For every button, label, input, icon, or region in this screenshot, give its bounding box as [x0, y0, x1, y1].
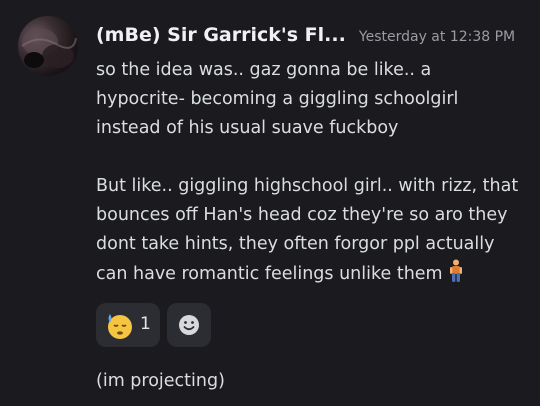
message-line: bounces off Han's head coz they're so ar…	[96, 205, 508, 225]
message-line-last: can have romantic feelings unlike them	[96, 259, 532, 289]
message-line: so the idea was.. gaz gonna be like.. a	[96, 60, 432, 80]
message-line: instead of his usual suave fuckboy	[96, 118, 399, 138]
avatar[interactable]	[18, 16, 78, 76]
timestamp[interactable]: Yesterday at 12:38 PM	[359, 29, 515, 45]
message-line: hypocrite- becoming a giggling schoolgir…	[96, 89, 459, 109]
person-standing-emoji	[447, 259, 465, 283]
add-reaction-button[interactable]	[167, 303, 211, 347]
reaction-count: 1	[140, 314, 151, 334]
followup-message: (im projecting)	[96, 371, 225, 391]
sleepy-sweat-face-icon	[104, 310, 134, 340]
message-line: But like.. giggling highschool girl.. wi…	[96, 176, 519, 196]
chat-message: (mBe) Sir Garrick's Fl... Yesterday at 1…	[0, 0, 540, 406]
avatar-image	[21, 28, 77, 68]
message-content: so the idea was.. gaz gonna be like.. a …	[96, 56, 532, 289]
message-header: (mBe) Sir Garrick's Fl... Yesterday at 1…	[96, 24, 530, 54]
reaction-sleepy-sweat[interactable]: 1	[96, 303, 160, 347]
message-line: dont take hints, they often forgor ppl a…	[96, 234, 495, 254]
add-reaction-smiley-icon	[178, 314, 200, 336]
username[interactable]: (mBe) Sir Garrick's Fl...	[96, 24, 346, 46]
message-line-text: can have romantic feelings unlike them	[96, 264, 443, 284]
